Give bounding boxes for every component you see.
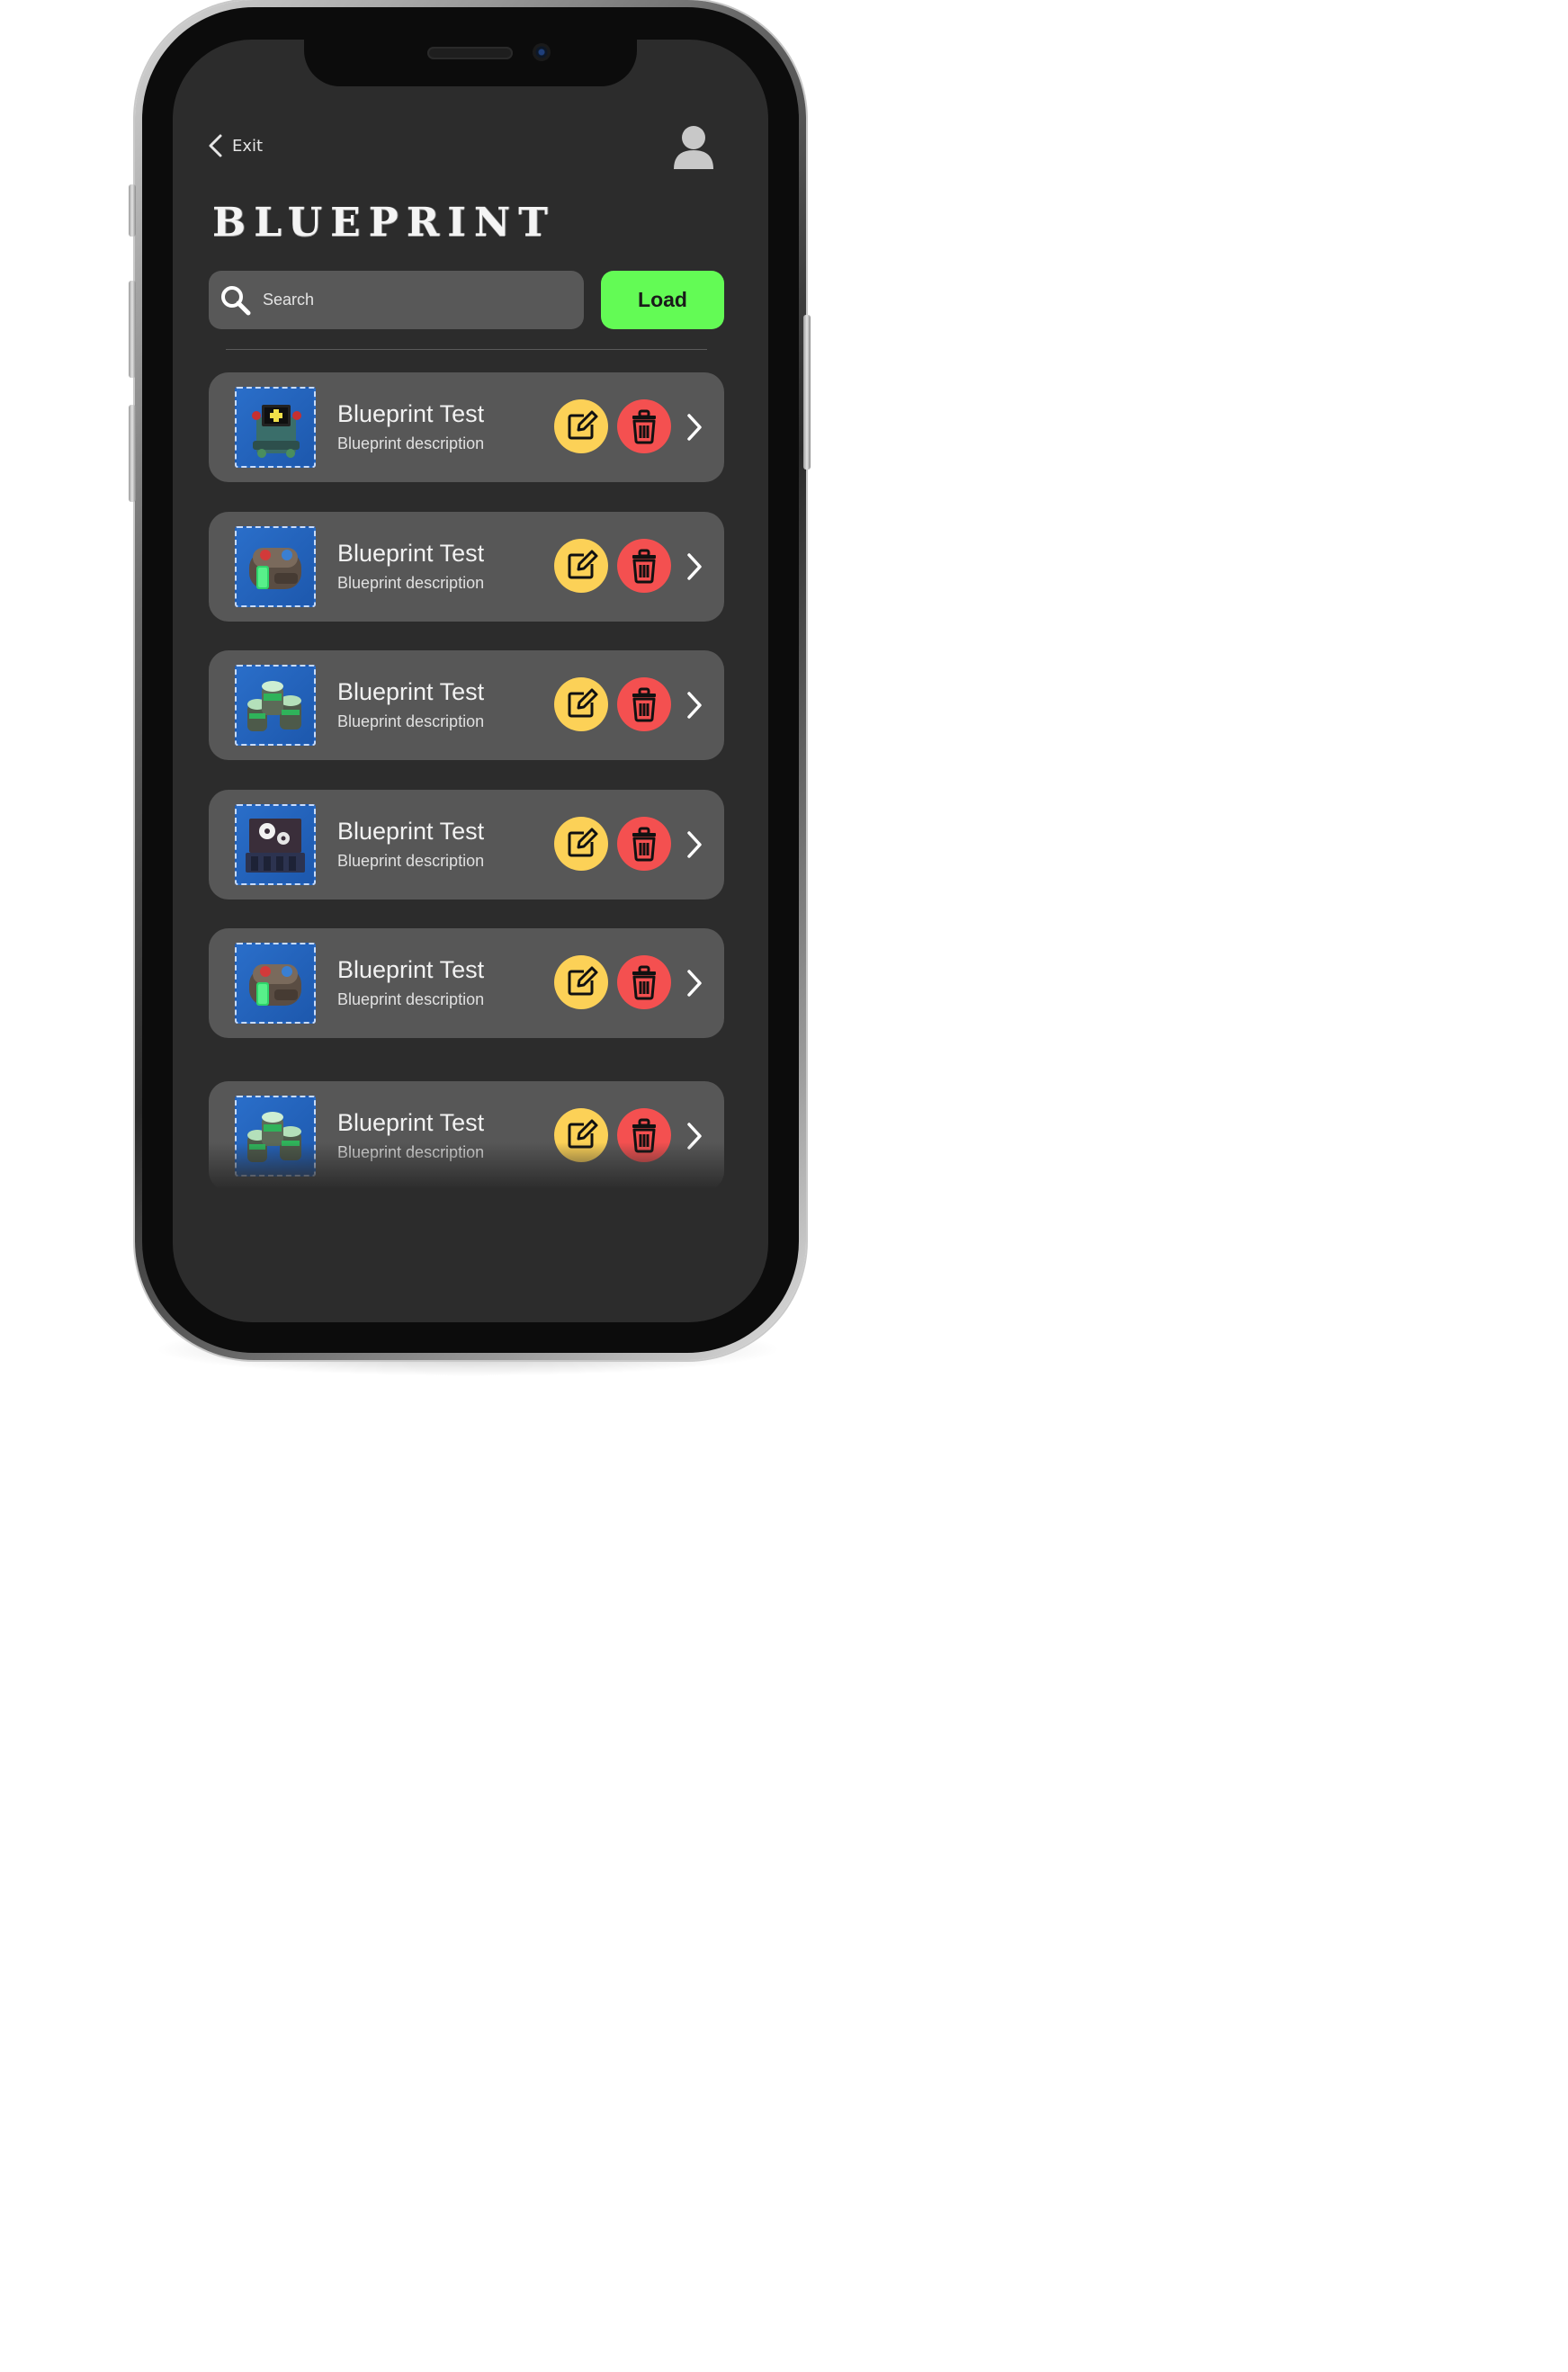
battery-capsule-icon <box>235 526 316 607</box>
edit-icon <box>568 410 598 440</box>
search-input[interactable] <box>261 290 534 310</box>
blueprint-description: Blueprint description <box>337 574 485 592</box>
exit-label: Exit <box>232 136 264 156</box>
trash-icon <box>632 1118 656 1153</box>
page-title: BLUEPRINT <box>212 200 556 246</box>
edit-button[interactable] <box>554 399 608 453</box>
chevron-right-icon[interactable] <box>684 551 705 582</box>
delete-button[interactable] <box>617 677 671 731</box>
battery-capsule-icon <box>235 943 316 1024</box>
exit-button[interactable]: Exit <box>207 133 263 158</box>
volume-up-button <box>129 281 136 378</box>
divider <box>226 349 707 350</box>
edit-button[interactable] <box>554 539 608 593</box>
chevron-right-icon[interactable] <box>684 690 705 721</box>
trash-icon <box>632 827 656 862</box>
blueprint-title: Blueprint Test <box>337 1109 485 1136</box>
trash-icon <box>632 549 656 584</box>
edit-button[interactable] <box>554 955 608 1009</box>
blueprint-card[interactable]: Blueprint Test Blueprint description <box>209 928 724 1038</box>
edit-icon <box>568 1119 598 1149</box>
blueprint-description: Blueprint description <box>337 1143 485 1161</box>
blueprint-card[interactable]: Blueprint Test Blueprint description <box>209 1081 724 1191</box>
blueprint-card[interactable]: Blueprint Test Blueprint description <box>209 650 724 760</box>
gear-box-icon <box>235 804 316 885</box>
blueprint-card[interactable]: Blueprint Test Blueprint description <box>209 372 724 482</box>
edit-button[interactable] <box>554 1108 608 1162</box>
delete-button[interactable] <box>617 817 671 871</box>
earpiece-speaker <box>427 47 513 59</box>
blueprint-description: Blueprint description <box>337 712 485 730</box>
blueprint-title: Blueprint Test <box>337 818 485 845</box>
trash-icon <box>632 687 656 722</box>
blueprint-title: Blueprint Test <box>337 540 485 567</box>
delete-button[interactable] <box>617 399 671 453</box>
edit-icon <box>568 966 598 996</box>
front-camera <box>533 43 551 61</box>
chevron-right-icon[interactable] <box>684 829 705 860</box>
edit-icon <box>568 688 598 718</box>
volume-down-button <box>129 405 136 502</box>
search-icon <box>221 285 251 315</box>
edit-icon <box>568 828 598 857</box>
blueprint-title: Blueprint Test <box>337 678 485 705</box>
blueprint-title: Blueprint Test <box>337 956 485 983</box>
triple-tanks-icon <box>235 665 316 746</box>
chevron-left-icon <box>209 134 222 157</box>
user-avatar-icon[interactable] <box>670 122 717 173</box>
machine-with-display-icon <box>235 387 316 468</box>
chevron-right-icon[interactable] <box>684 968 705 998</box>
chevron-right-icon[interactable] <box>684 1121 705 1151</box>
load-button[interactable]: Load <box>601 271 724 329</box>
power-button <box>803 315 811 470</box>
blueprint-title: Blueprint Test <box>337 400 485 427</box>
blueprint-card[interactable]: Blueprint Test Blueprint description <box>209 512 724 622</box>
mute-switch <box>129 184 136 237</box>
edit-icon <box>568 550 598 579</box>
delete-button[interactable] <box>617 1108 671 1162</box>
trash-icon <box>632 409 656 444</box>
blueprint-description: Blueprint description <box>337 434 485 452</box>
blueprint-description: Blueprint description <box>337 990 485 1008</box>
edit-button[interactable] <box>554 677 608 731</box>
delete-button[interactable] <box>617 955 671 1009</box>
trash-icon <box>632 965 656 1000</box>
search-bar[interactable] <box>209 271 584 329</box>
edit-button[interactable] <box>554 817 608 871</box>
blueprint-card[interactable]: Blueprint Test Blueprint description <box>209 790 724 900</box>
triple-tanks-icon <box>235 1096 316 1177</box>
blueprint-description: Blueprint description <box>337 852 485 870</box>
delete-button[interactable] <box>617 539 671 593</box>
chevron-right-icon[interactable] <box>684 412 705 443</box>
